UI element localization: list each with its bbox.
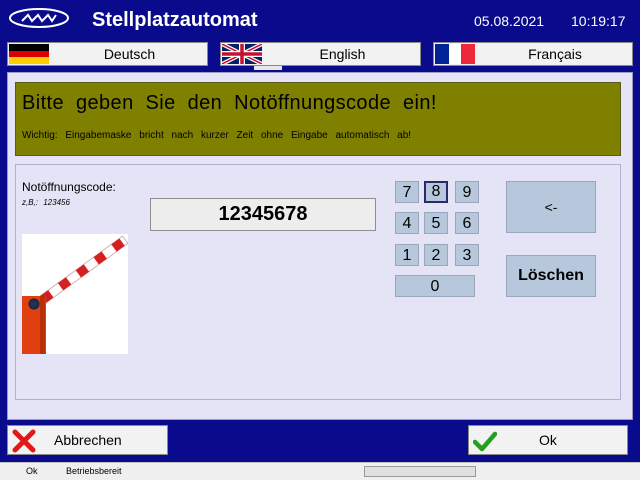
active-language-indicator <box>254 66 282 70</box>
code-label: Notöffnungscode: <box>22 180 116 194</box>
logo <box>9 8 69 28</box>
code-display: 12345678 <box>150 198 376 231</box>
french-flag-icon <box>435 44 475 64</box>
key-3[interactable]: 3 <box>455 244 479 266</box>
key-0[interactable]: 0 <box>395 275 475 297</box>
instruction-note: Wichtig: Eingabemaske bricht nach kurzer… <box>22 130 412 141</box>
uk-flag-icon <box>222 44 262 64</box>
key-9[interactable]: 9 <box>455 181 479 203</box>
key-1[interactable]: 1 <box>395 244 419 266</box>
barrier-gate-icon <box>22 234 128 354</box>
ok-label: Ok <box>539 432 557 448</box>
language-button-english[interactable]: English <box>220 42 421 66</box>
status-state: Ok <box>26 466 38 476</box>
language-button-french[interactable]: Français <box>433 42 633 66</box>
date-display: 05.08.2021 <box>474 13 545 29</box>
cross-icon <box>12 429 36 453</box>
key-6[interactable]: 6 <box>455 212 479 234</box>
backspace-button[interactable]: <- <box>506 181 596 233</box>
app-title: Stellplatzautomat <box>92 9 258 31</box>
status-text: Betriebsbereit <box>66 466 122 476</box>
language-button-german[interactable]: Deutsch <box>7 42 208 66</box>
status-progress-bar <box>364 466 476 477</box>
language-label: English <box>319 46 366 62</box>
key-7[interactable]: 7 <box>395 181 419 203</box>
cancel-label: Abbrechen <box>54 432 122 448</box>
key-8[interactable]: 8 <box>424 181 448 203</box>
language-label: Deutsch <box>103 46 156 62</box>
clear-button[interactable]: Löschen <box>506 255 596 297</box>
key-5[interactable]: 5 <box>424 212 448 234</box>
time-display: 10:19:17 <box>571 13 626 29</box>
cancel-button[interactable]: Abbrechen <box>7 425 168 455</box>
instruction-title: Bitte geben Sie den Notöffnungscode ein! <box>22 92 437 114</box>
key-4[interactable]: 4 <box>395 212 419 234</box>
language-label: Français <box>528 46 582 62</box>
code-example: z,B,: 123456 <box>22 198 70 207</box>
key-2[interactable]: 2 <box>424 244 448 266</box>
german-flag-icon <box>9 44 49 64</box>
ok-button[interactable]: Ok <box>468 425 628 455</box>
